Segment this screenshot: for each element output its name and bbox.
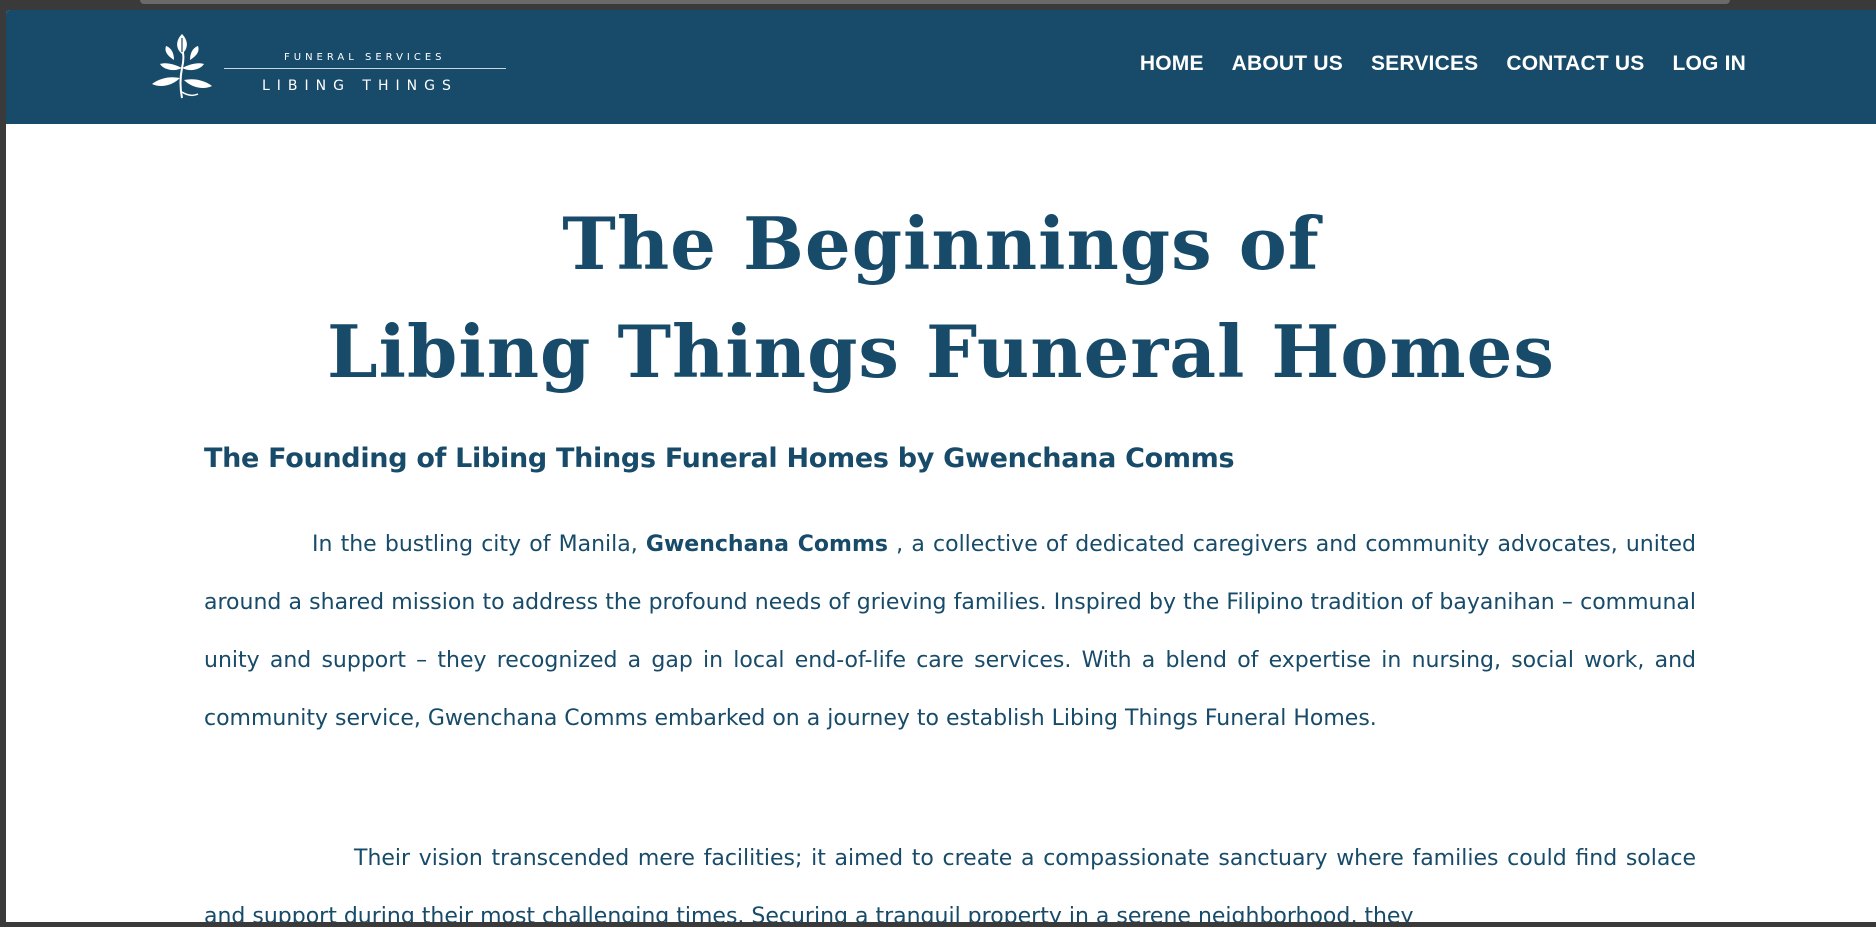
navbar: FUNERAL SERVICES LIBING THINGS HOME ABOU… — [6, 10, 1876, 124]
paragraph-founding-text-start: In the bustling city of Manila, — [312, 532, 646, 557]
page-title-line-2: Libing Things Funeral Homes — [327, 309, 1555, 394]
paragraph-founding-text-end: , a collective of dedicated caregivers a… — [204, 532, 1696, 731]
founder-name: Gwenchana Comms — [645, 532, 888, 557]
paragraph-founding: In the bustling city of Manila, Gwenchan… — [204, 516, 1696, 748]
section-heading: The Founding of Libing Things Funeral Ho… — [204, 443, 1235, 474]
logo-name: LIBING THINGS — [262, 78, 458, 94]
page-title-line-1: The Beginnings of — [562, 201, 1320, 286]
nav-link-log-in[interactable]: LOG IN — [1672, 52, 1746, 76]
window-top-edge — [140, 0, 1730, 4]
page: FUNERAL SERVICES LIBING THINGS HOME ABOU… — [6, 10, 1876, 922]
nav-link-about-us[interactable]: ABOUT US — [1232, 52, 1343, 76]
site-logo[interactable]: FUNERAL SERVICES LIBING THINGS — [144, 30, 514, 110]
nav-link-contact-us[interactable]: CONTACT US — [1506, 52, 1644, 76]
paragraph-vision: Their vision transcended mere facilities… — [204, 846, 1696, 922]
main-nav: HOME ABOUT US SERVICES CONTACT US LOG IN — [1140, 52, 1746, 76]
logo-subtitle: FUNERAL SERVICES — [284, 52, 446, 63]
nav-link-home[interactable]: HOME — [1140, 52, 1204, 76]
nav-link-services[interactable]: SERVICES — [1371, 52, 1478, 76]
logo-divider — [224, 68, 506, 69]
leaf-sprig-icon — [152, 34, 212, 99]
page-title: The Beginnings of Libing Things Funeral … — [6, 190, 1876, 406]
